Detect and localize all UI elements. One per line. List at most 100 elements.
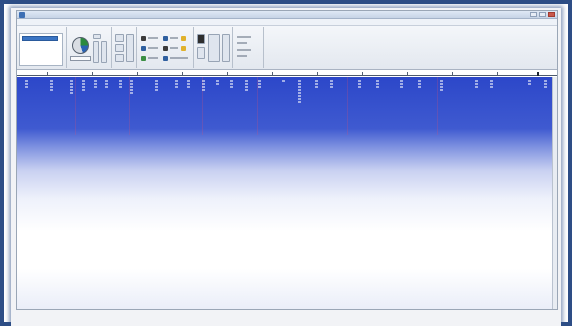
column-header bbox=[91, 79, 99, 113]
column-header bbox=[541, 79, 549, 113]
format-icon[interactable] bbox=[141, 36, 146, 41]
column-header bbox=[487, 79, 495, 113]
tree-selected-item[interactable] bbox=[22, 36, 58, 41]
title-bar[interactable] bbox=[17, 11, 557, 19]
ruler-tick bbox=[227, 72, 228, 75]
column-header bbox=[437, 79, 445, 113]
format-label bbox=[148, 37, 158, 39]
column-header bbox=[295, 79, 303, 135]
column-header bbox=[279, 79, 287, 113]
menu-item-4[interactable] bbox=[71, 20, 83, 25]
format-label bbox=[170, 37, 178, 39]
format-icon[interactable] bbox=[163, 36, 168, 41]
format-label bbox=[148, 57, 158, 59]
format-icon[interactable] bbox=[163, 46, 168, 51]
format-icon[interactable] bbox=[141, 56, 146, 61]
format-label bbox=[170, 57, 188, 59]
menu-item-1[interactable] bbox=[20, 20, 32, 25]
column-header bbox=[373, 79, 381, 113]
guide-line bbox=[75, 77, 76, 135]
maximize-icon[interactable] bbox=[539, 12, 546, 17]
ribbon-group-chart bbox=[68, 27, 112, 68]
format-label bbox=[170, 47, 178, 49]
ribbon-group-format bbox=[138, 27, 194, 68]
ruler-tick bbox=[137, 72, 138, 75]
column-header bbox=[152, 79, 160, 113]
ribbon-group-tree bbox=[17, 27, 67, 68]
column-header bbox=[525, 79, 533, 113]
layout-button[interactable] bbox=[115, 54, 124, 62]
chart-caption-field[interactable] bbox=[70, 56, 91, 61]
ribbon-group-layout bbox=[113, 27, 137, 68]
format-icon[interactable] bbox=[141, 46, 146, 51]
column-header bbox=[172, 79, 180, 113]
app-icon bbox=[19, 12, 25, 18]
settings-label bbox=[237, 49, 251, 51]
close-icon[interactable] bbox=[548, 12, 555, 17]
column-header bbox=[227, 79, 235, 113]
chart-option-button[interactable] bbox=[93, 34, 101, 39]
settings-label bbox=[237, 55, 247, 57]
footer-strip bbox=[16, 311, 558, 323]
column-header bbox=[312, 79, 320, 113]
ruler bbox=[17, 71, 557, 76]
ruler-tick bbox=[92, 72, 93, 75]
vertical-scrollbar[interactable] bbox=[552, 77, 557, 309]
menu-item-5[interactable] bbox=[88, 20, 100, 25]
ruler-tick bbox=[497, 72, 498, 75]
column-header bbox=[116, 79, 124, 113]
menu-bar bbox=[17, 19, 557, 26]
document-area[interactable] bbox=[17, 77, 557, 309]
menu-item-3[interactable] bbox=[54, 20, 66, 25]
guide-line bbox=[347, 77, 348, 135]
ruler-tick bbox=[182, 72, 183, 75]
column-header bbox=[79, 79, 87, 113]
column-header bbox=[22, 79, 30, 113]
ruler-tick bbox=[317, 72, 318, 75]
ruler-tick bbox=[537, 72, 539, 76]
column-header bbox=[327, 79, 335, 113]
column-header bbox=[213, 79, 221, 113]
ribbon-toolbar bbox=[17, 26, 557, 70]
ruler-tick bbox=[407, 72, 408, 75]
column-header bbox=[184, 79, 192, 113]
layout-button[interactable] bbox=[115, 34, 124, 42]
ruler-tick bbox=[272, 72, 273, 75]
view-panel-button[interactable] bbox=[208, 34, 220, 62]
minimize-icon[interactable] bbox=[530, 12, 537, 17]
view-panel-button[interactable] bbox=[222, 34, 230, 62]
chart-slider[interactable] bbox=[93, 41, 99, 63]
column-header bbox=[127, 79, 135, 113]
view-button[interactable] bbox=[197, 34, 205, 44]
settings-label bbox=[237, 42, 247, 44]
format-label bbox=[148, 47, 158, 49]
format-icon[interactable] bbox=[181, 46, 186, 51]
column-header bbox=[242, 79, 250, 113]
menu-item-2[interactable] bbox=[37, 20, 49, 25]
format-icon[interactable] bbox=[181, 36, 186, 41]
settings-label bbox=[237, 36, 251, 38]
ruler-tick bbox=[362, 72, 363, 75]
layout-button[interactable] bbox=[115, 44, 124, 52]
column-header bbox=[102, 79, 110, 113]
format-icon[interactable] bbox=[163, 56, 168, 61]
view-button[interactable] bbox=[197, 47, 205, 59]
column-header bbox=[47, 79, 55, 113]
tree-view[interactable] bbox=[19, 33, 63, 66]
window-controls bbox=[530, 12, 555, 17]
column-header bbox=[472, 79, 480, 113]
column-header bbox=[415, 79, 423, 113]
ribbon-group-settings bbox=[234, 27, 264, 68]
ruler-tick bbox=[47, 72, 48, 75]
ribbon-group-view bbox=[195, 27, 233, 68]
app-window bbox=[16, 10, 558, 310]
column-header bbox=[199, 79, 207, 113]
pie-chart-icon[interactable] bbox=[72, 37, 89, 54]
column-header bbox=[67, 79, 75, 113]
ruler-tick bbox=[452, 72, 453, 75]
column-header bbox=[255, 79, 263, 113]
chart-slider[interactable] bbox=[101, 41, 107, 63]
column-header bbox=[397, 79, 405, 113]
layout-slider[interactable] bbox=[126, 34, 134, 62]
column-header bbox=[355, 79, 363, 113]
